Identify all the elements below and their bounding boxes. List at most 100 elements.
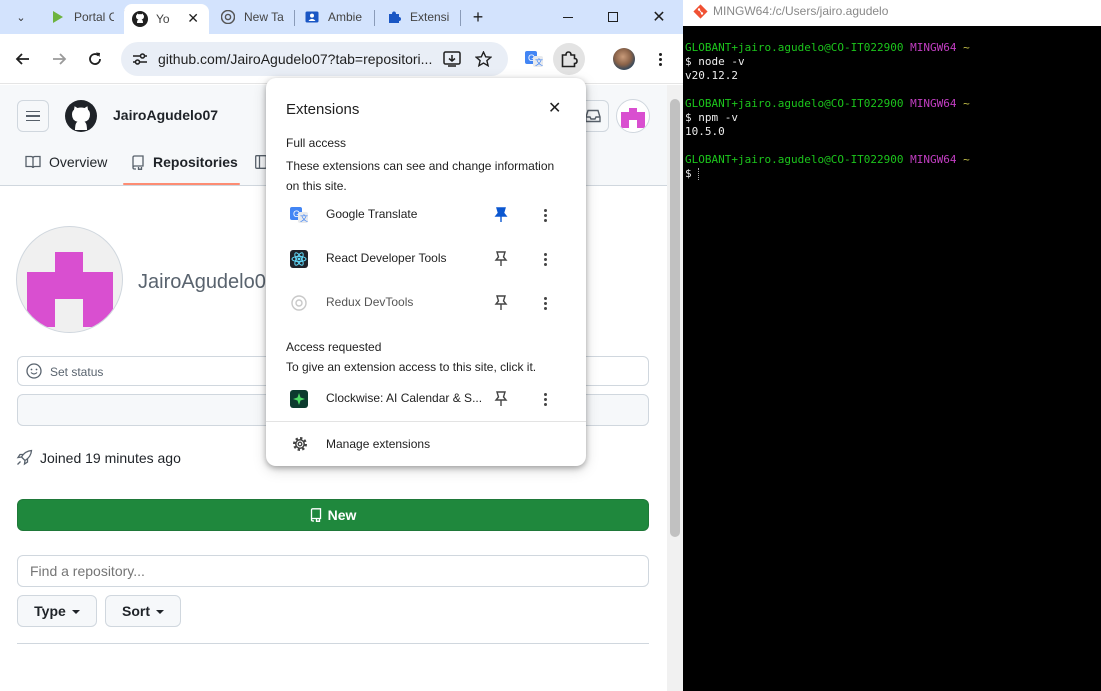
command-line: $ npm -v <box>685 111 738 124</box>
prompt-env: MINGW64 <box>910 41 957 54</box>
scrollbar-thumb[interactable] <box>670 99 680 537</box>
prompt-dir: ~ <box>963 41 970 54</box>
tab-portal[interactable]: Portal C <box>42 4 122 30</box>
type-filter-label: Type <box>34 603 66 619</box>
current-prompt: $ <box>685 167 699 180</box>
tab-label: New Ta <box>244 10 284 24</box>
tab-extensions[interactable]: Extensi <box>378 4 458 30</box>
puzzle-icon <box>561 51 578 68</box>
find-repository-input[interactable] <box>17 555 649 587</box>
site-info-icon[interactable] <box>132 52 148 66</box>
identicon-icon <box>27 252 113 327</box>
full-access-heading: Full access <box>286 136 347 150</box>
extension-menu-icon[interactable] <box>536 390 554 408</box>
hamburger-menu-button[interactable] <box>17 100 49 132</box>
popup-close-button[interactable]: ✕ <box>548 98 561 118</box>
chrome-icon <box>220 9 236 25</box>
new-tab-button[interactable]: + <box>466 4 490 30</box>
sort-filter-button[interactable]: Sort <box>105 595 181 627</box>
reload-button[interactable] <box>79 43 111 75</box>
tab-overview[interactable]: Overview <box>25 154 107 170</box>
install-app-icon[interactable] <box>443 51 461 67</box>
google-translate-icon: G文 <box>525 51 543 67</box>
back-button[interactable] <box>7 43 39 75</box>
pin-outline-icon[interactable] <box>492 390 510 408</box>
bookmark-star-icon[interactable] <box>475 51 492 67</box>
manage-extensions-button[interactable]: Manage extensions <box>266 424 586 464</box>
prompt-env: MINGW64 <box>910 97 957 110</box>
profile-avatar[interactable] <box>16 226 123 333</box>
pin-outline-icon[interactable] <box>492 250 510 268</box>
new-repo-label: New <box>327 507 357 523</box>
profile-card-icon <box>304 9 320 25</box>
terminal-output[interactable]: GLOBANT+jairo.agudelo@CO-IT022900 MINGW6… <box>685 41 970 181</box>
svg-text:文: 文 <box>300 213 308 223</box>
minimize-button[interactable] <box>545 0 591 34</box>
clockwise-icon <box>290 390 308 408</box>
tab-search-dropdown[interactable]: ⌄ <box>6 4 36 30</box>
profile-display-name: JairoAgudelo07 <box>138 271 277 293</box>
prompt-dir: ~ <box>963 97 970 110</box>
extension-name: Redux DevTools <box>326 295 414 309</box>
extension-menu-icon[interactable] <box>536 206 554 224</box>
avatar <box>613 48 635 70</box>
header-avatar[interactable] <box>616 99 650 133</box>
prompt-user: GLOBANT+jairo.agudelo@CO-IT022900 <box>685 97 904 110</box>
pin-filled-icon[interactable] <box>492 206 510 224</box>
close-tab-icon[interactable]: ✕ <box>187 10 199 27</box>
gear-icon <box>293 437 307 451</box>
extension-name: Google Translate <box>326 207 418 221</box>
smiley-icon <box>26 363 42 379</box>
arrow-left-icon <box>15 53 29 65</box>
tab-label: Portal C <box>74 10 114 24</box>
plus-icon: + <box>472 6 484 27</box>
prompt-dir: ~ <box>963 153 970 166</box>
extension-item-react-devtools[interactable]: React Developer Tools <box>266 237 586 281</box>
maximize-icon <box>608 12 618 22</box>
book-icon <box>25 155 41 169</box>
maximize-button[interactable] <box>590 0 636 34</box>
git-icon <box>693 4 708 19</box>
terminal-title: MINGW64:/c/Users/jairo.agudelo <box>713 4 889 18</box>
tab-new-tab[interactable]: New Ta <box>212 4 294 30</box>
chrome-menu-button[interactable] <box>644 43 676 75</box>
hamburger-icon <box>26 110 40 122</box>
tab-label: Yo <box>156 12 170 26</box>
extension-item-redux-devtools[interactable]: Redux DevTools <box>266 281 586 325</box>
close-window-button[interactable]: ✕ <box>636 0 682 34</box>
puzzle-icon <box>386 9 402 25</box>
command-line: $ node -v <box>685 55 745 68</box>
github-logo-icon[interactable] <box>64 99 98 133</box>
terminal-window: MINGW64:/c/Users/jairo.agudelo GLOBANT+j… <box>683 0 1101 691</box>
header-username[interactable]: JairoAgudelo07 <box>113 107 218 123</box>
tab-underline <box>123 183 240 185</box>
extension-menu-icon[interactable] <box>536 294 554 312</box>
tab-github[interactable]: Yo ✕ <box>124 4 209 34</box>
extensions-button[interactable] <box>553 43 585 75</box>
joined-text: Joined 19 minutes ago <box>40 450 181 466</box>
tab-repositories[interactable]: Repositories <box>131 154 238 170</box>
kebab-menu-icon <box>658 52 662 66</box>
extension-menu-icon[interactable] <box>536 250 554 268</box>
react-icon <box>290 250 308 268</box>
profile-button[interactable] <box>608 43 640 75</box>
terminal-titlebar: MINGW64:/c/Users/jairo.agudelo <box>683 0 1101 26</box>
pin-outline-icon[interactable] <box>492 294 510 312</box>
reload-icon <box>89 52 101 65</box>
extension-item-google-translate[interactable]: G文 Google Translate <box>266 193 586 237</box>
page-scrollbar[interactable] <box>667 85 683 691</box>
redux-icon <box>290 294 308 312</box>
type-filter-button[interactable]: Type <box>17 595 97 627</box>
popup-divider <box>266 421 586 422</box>
arrow-right-icon <box>53 53 67 65</box>
output-line: v20.12.2 <box>685 69 738 82</box>
new-repo-button[interactable]: New <box>17 499 649 531</box>
extension-item-clockwise[interactable]: Clockwise: AI Calendar & S... <box>266 377 586 421</box>
set-status-label: Set status <box>50 365 104 379</box>
prompt-env: MINGW64 <box>910 153 957 166</box>
manage-extensions-label: Manage extensions <box>326 437 431 451</box>
address-bar[interactable]: github.com/JairoAgudelo07?tab=repositori… <box>121 42 508 76</box>
forward-button[interactable] <box>43 43 75 75</box>
google-translate-button[interactable]: G文 <box>518 43 550 75</box>
tab-ambie[interactable]: Ambie <box>296 4 370 30</box>
